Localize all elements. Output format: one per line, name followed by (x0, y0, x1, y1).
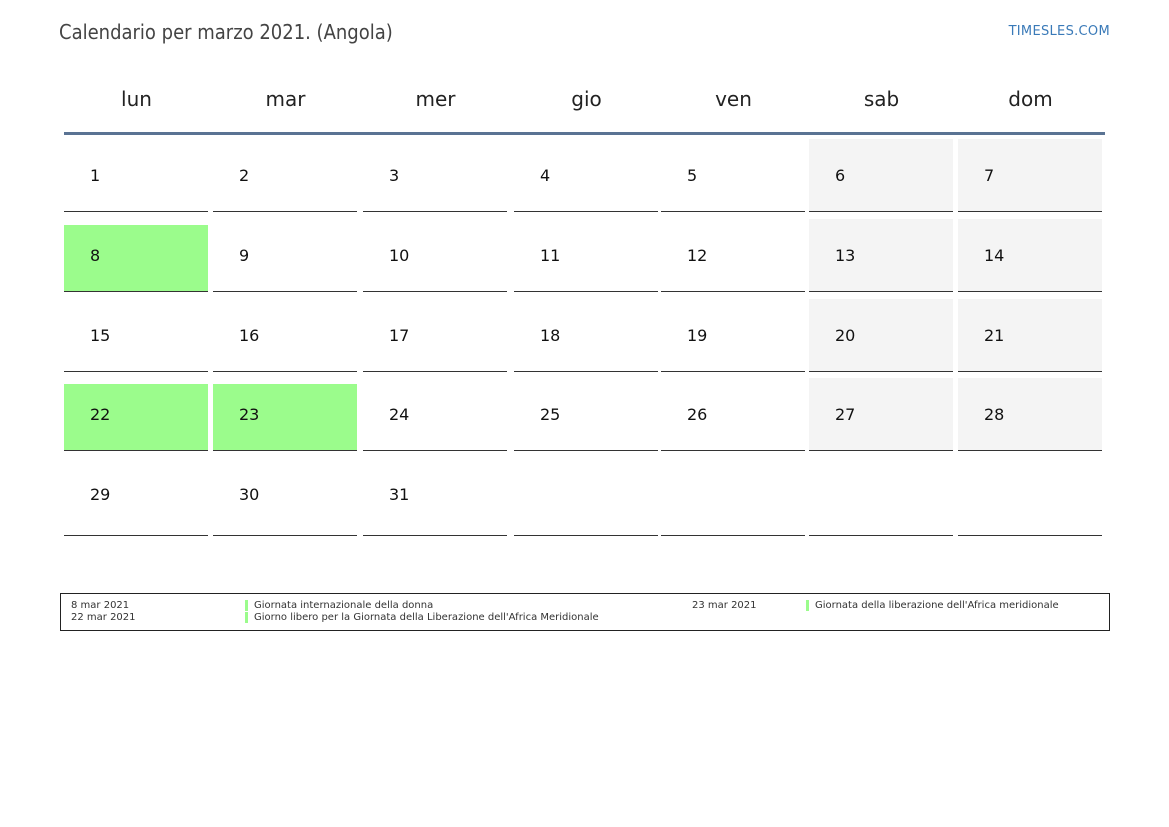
day-cell-11[interactable]: 11 (514, 219, 658, 292)
day-cell-31[interactable]: 31 (363, 458, 507, 536)
day-number: 3 (389, 166, 400, 185)
day-number: 24 (389, 405, 410, 424)
day-number: 15 (90, 326, 111, 345)
day-cell-15[interactable]: 15 (64, 299, 208, 372)
weekday-mer: mer (415, 87, 456, 111)
legend-color-marker (245, 612, 248, 623)
day-cell-25[interactable]: 25 (514, 378, 658, 451)
day-cell-23[interactable]: 23 (213, 384, 357, 451)
legend-holiday-name: Giornata della liberazione dell'Africa m… (815, 600, 1059, 611)
day-number: 25 (540, 405, 561, 424)
day-cell-2[interactable]: 2 (213, 139, 357, 212)
day-number: 8 (90, 246, 101, 265)
weekday-sab: sab (863, 87, 900, 111)
day-number: 12 (687, 246, 708, 265)
day-number: 5 (687, 166, 698, 185)
day-cell-20[interactable]: 20 (809, 299, 953, 372)
day-cell-30[interactable]: 30 (213, 458, 357, 536)
empty-day-cell (661, 458, 805, 536)
day-cell-24[interactable]: 24 (363, 378, 507, 451)
day-cell-26[interactable]: 26 (661, 378, 805, 451)
day-number: 26 (687, 405, 708, 424)
day-number: 20 (835, 326, 856, 345)
legend-date: 23 mar 2021 (692, 600, 757, 611)
day-number: 22 (90, 405, 111, 424)
weekday-mar: mar (265, 87, 306, 111)
day-cell-22[interactable]: 22 (64, 384, 208, 451)
legend-holiday-name: Giorno libero per la Giornata della Libe… (254, 612, 599, 623)
day-cell-3[interactable]: 3 (363, 139, 507, 212)
day-cell-10[interactable]: 10 (363, 219, 507, 292)
page-title: Calendario per marzo 2021. (Angola) (59, 20, 393, 44)
day-cell-29[interactable]: 29 (64, 458, 208, 536)
day-number: 18 (540, 326, 561, 345)
day-cell-13[interactable]: 13 (809, 219, 953, 292)
day-number: 4 (540, 166, 551, 185)
day-cell-9[interactable]: 9 (213, 219, 357, 292)
brand-link[interactable]: TIMESLES.COM (1009, 24, 1110, 39)
day-cell-1[interactable]: 1 (64, 139, 208, 212)
day-cell-27[interactable]: 27 (809, 378, 953, 451)
day-number: 19 (687, 326, 708, 345)
holiday-legend: 8 mar 2021 Giornata internazionale della… (60, 593, 1110, 631)
day-number: 11 (540, 246, 561, 265)
day-cell-12[interactable]: 12 (661, 219, 805, 292)
day-number: 9 (239, 246, 250, 265)
day-number: 30 (239, 485, 260, 504)
day-number: 28 (984, 405, 1005, 424)
day-cell-6[interactable]: 6 (809, 139, 953, 212)
day-number: 17 (389, 326, 410, 345)
weekday-gio: gio (571, 87, 602, 111)
legend-date: 22 mar 2021 (71, 612, 136, 623)
empty-day-cell (958, 458, 1102, 536)
empty-day-cell (809, 458, 953, 536)
weekday-lun: lun (121, 87, 152, 111)
day-number: 31 (389, 485, 410, 504)
empty-day-cell (514, 458, 658, 536)
day-cell-14[interactable]: 14 (958, 219, 1102, 292)
day-number: 16 (239, 326, 260, 345)
day-number: 14 (984, 246, 1005, 265)
legend-date: 8 mar 2021 (71, 600, 130, 611)
day-cell-21[interactable]: 21 (958, 299, 1102, 372)
day-cell-7[interactable]: 7 (958, 139, 1102, 212)
legend-color-marker (245, 600, 248, 611)
day-cell-8[interactable]: 8 (64, 225, 208, 292)
day-number: 7 (984, 166, 995, 185)
day-cell-18[interactable]: 18 (514, 299, 658, 372)
day-number: 23 (239, 405, 260, 424)
day-number: 10 (389, 246, 410, 265)
day-cell-19[interactable]: 19 (661, 299, 805, 372)
day-number: 27 (835, 405, 856, 424)
legend-holiday-name: Giornata internazionale della donna (254, 600, 434, 611)
day-cell-5[interactable]: 5 (661, 139, 805, 212)
weekday-header: lun mar mer gio ven sab dom (64, 70, 1105, 135)
day-cell-28[interactable]: 28 (958, 378, 1102, 451)
weekday-dom: dom (1008, 87, 1053, 111)
weekday-ven: ven (715, 87, 752, 111)
day-cell-17[interactable]: 17 (363, 299, 507, 372)
day-number: 6 (835, 166, 846, 185)
day-cell-16[interactable]: 16 (213, 299, 357, 372)
day-number: 2 (239, 166, 250, 185)
day-number: 29 (90, 485, 111, 504)
legend-color-marker (806, 600, 809, 611)
day-cell-4[interactable]: 4 (514, 139, 658, 212)
day-number: 21 (984, 326, 1005, 345)
day-number: 13 (835, 246, 856, 265)
day-number: 1 (90, 166, 101, 185)
